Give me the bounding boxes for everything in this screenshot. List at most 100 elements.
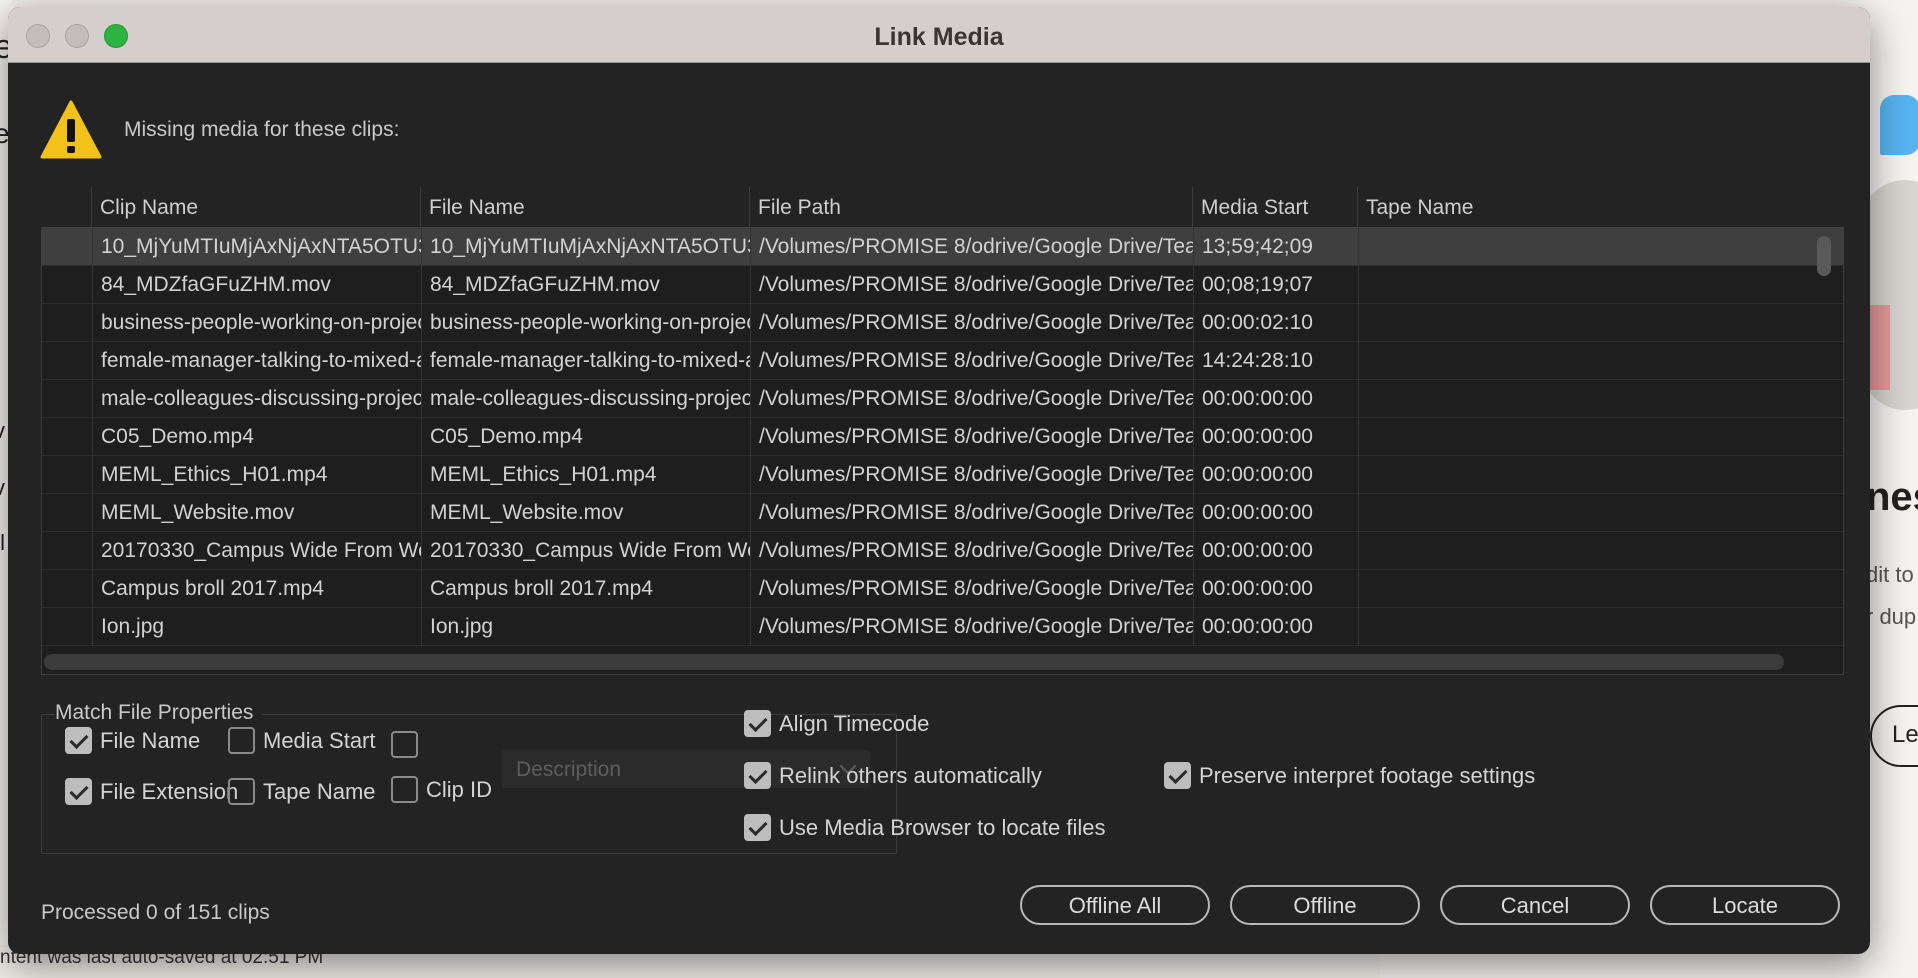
checkbox-box[interactable] [744, 762, 771, 789]
offline-button[interactable]: Offline [1230, 885, 1420, 925]
row-selector[interactable] [42, 532, 92, 570]
cell-tape-name [1358, 266, 1498, 304]
cell-clip-name: MEML_Website.mov [92, 494, 421, 532]
row-selector[interactable] [42, 228, 92, 266]
checkbox-label: File Name [100, 727, 201, 753]
background-text: r dup [1866, 604, 1917, 629]
column-header-file-path[interactable]: File Path [749, 187, 1192, 227]
row-selector[interactable] [42, 380, 92, 418]
table-row[interactable]: male-colleagues-discussing-project-on-cm… [42, 380, 1843, 418]
status-text: Processed 0 of 151 clips [41, 901, 270, 924]
row-selector[interactable] [42, 494, 92, 532]
cell-file-name: MEML_Ethics_H01.mp4 [421, 456, 750, 494]
row-selector[interactable] [42, 304, 92, 342]
media-start-checkbox[interactable]: Media Start [228, 727, 376, 754]
relink-others-checkbox[interactable]: Relink others automatically [744, 762, 1042, 789]
checkbox-box[interactable] [391, 731, 418, 758]
offline-all-button[interactable]: Offline All [1020, 885, 1210, 925]
horizontal-scrollbar[interactable] [44, 654, 1784, 670]
cell-file-name: business-people-working-on-project-stra [421, 304, 750, 342]
cell-file-name: 10_MjYuMTIuMjAxNjAxNTA5OTU3.mov [421, 228, 750, 266]
cell-file-name: female-manager-talking-to-mixed-aged- [421, 342, 750, 380]
table-row[interactable]: MEML_Ethics_H01.mp4 MEML_Ethics_H01.mp4/V… [42, 456, 1843, 494]
checkbox-box[interactable] [744, 814, 771, 841]
locate-button[interactable]: Locate [1650, 885, 1840, 925]
cell-file-path: /Volumes/PROMISE 8/odrive/Google Drive/T… [750, 380, 1193, 418]
table-row[interactable]: Campus broll 2017.mp4 Campus broll 2017.m… [42, 570, 1843, 608]
cell-file-path: /Volumes/PROMISE 8/odrive/Google Drive/T… [750, 418, 1193, 456]
checkbox-label: Tape Name [263, 778, 376, 804]
row-selector[interactable] [42, 456, 92, 494]
cell-file-name: 84_MDZfaGFuZHM.mov [421, 266, 750, 304]
table-body[interactable]: 10_MjYuMTIuMjAxNjAxNTA5OTU3.mov10_MjYuMT… [41, 227, 1844, 675]
background-text: v [0, 475, 5, 501]
row-selector[interactable] [42, 342, 92, 380]
cell-tape-name [1358, 456, 1498, 494]
title-bar: Link Media [8, 7, 1870, 63]
cell-clip-name: Ion.jpg [92, 608, 421, 646]
row-selector[interactable] [42, 570, 92, 608]
cell-media-start: 00:00:00:00 [1193, 570, 1358, 608]
cell-media-start: 00:00:00:00 [1193, 608, 1358, 646]
cell-file-path: /Volumes/PROMISE 8/odrive/Google Drive/T… [750, 266, 1193, 304]
checkbox-box[interactable] [744, 710, 771, 737]
row-selector[interactable] [42, 266, 92, 304]
cell-clip-name: male-colleagues-discussing-project-on-c [92, 380, 421, 418]
preserve-interpret-footage-checkbox[interactable]: Preserve interpret footage settings [1164, 762, 1535, 789]
cell-file-path: /Volumes/PROMISE 8/odrive/Google Drive/T… [750, 494, 1193, 532]
cell-clip-name: business-people-working-on-project-stra [92, 304, 421, 342]
cell-clip-name: MEML_Ethics_H01.mp4 [92, 456, 421, 494]
cell-media-start: 00:00:00:00 [1193, 380, 1358, 418]
checkbox-box[interactable] [391, 776, 418, 803]
checkbox-label: Use Media Browser to locate files [779, 814, 1106, 840]
description-dropdown-value: Description [516, 758, 622, 781]
cell-media-start: 13;59;42;09 [1193, 228, 1358, 266]
table-row[interactable]: Ion.jpg Ion.jpg/Volumes/PROMISE 8/odrive/… [42, 608, 1843, 646]
cell-tape-name [1358, 380, 1498, 418]
cell-clip-name: Campus broll 2017.mp4 [92, 570, 421, 608]
checkbox-label: Relink others automatically [779, 762, 1042, 788]
background-button[interactable]: Le [1870, 705, 1918, 767]
tape-name-checkbox[interactable]: Tape Name [228, 778, 376, 805]
clip-id-checkbox[interactable]: Clip ID [391, 776, 492, 803]
background-heading: nes [1866, 475, 1918, 519]
table-row[interactable]: MEML_Website.mov MEML_Website.mov/Volumes… [42, 494, 1843, 532]
cell-media-start: 00;08;19;07 [1193, 266, 1358, 304]
checkbox-box[interactable] [65, 778, 92, 805]
cell-tape-name [1358, 570, 1498, 608]
cell-file-path: /Volumes/PROMISE 8/odrive/Google Drive/T… [750, 608, 1193, 646]
file-name-checkbox[interactable]: File Name [65, 727, 200, 754]
align-timecode-checkbox[interactable]: Align Timecode [744, 710, 929, 737]
checkbox-box[interactable] [228, 778, 255, 805]
use-media-browser-checkbox[interactable]: Use Media Browser to locate files [744, 814, 1105, 841]
column-header-tape-name[interactable]: Tape Name [1357, 187, 1497, 227]
cell-tape-name [1358, 228, 1498, 266]
table-row[interactable]: 20170330_Campus Wide From West_Ma2017033… [42, 532, 1843, 570]
table-row[interactable]: C05_Demo.mp4 C05_Demo.mp4/Volumes/PROMISE… [42, 418, 1843, 456]
cell-media-start: 00:00:00:00 [1193, 494, 1358, 532]
cell-tape-name [1358, 304, 1498, 342]
checkbox-box[interactable] [1164, 762, 1191, 789]
window-title: Link Media [874, 23, 1004, 51]
table-row[interactable]: business-people-working-on-project-strab… [42, 304, 1843, 342]
column-header-file-name[interactable]: File Name [420, 187, 749, 227]
row-selector[interactable] [42, 418, 92, 456]
cell-clip-name: 20170330_Campus Wide From West_Ma [92, 532, 421, 570]
checkbox-box[interactable] [65, 727, 92, 754]
column-header-clip-name[interactable]: Clip Name [91, 187, 420, 227]
cell-file-path: /Volumes/PROMISE 8/odrive/Google Drive/T… [750, 228, 1193, 266]
checkbox-box[interactable] [228, 727, 255, 754]
cell-file-name: C05_Demo.mp4 [421, 418, 750, 456]
cell-media-start: 14:24:28:10 [1193, 342, 1358, 380]
cancel-button[interactable]: Cancel [1440, 885, 1630, 925]
column-header-media-start[interactable]: Media Start [1192, 187, 1357, 227]
table-row[interactable]: female-manager-talking-to-mixed-aged-fem… [42, 342, 1843, 380]
row-selector[interactable] [42, 608, 92, 646]
description-checkbox[interactable] [391, 731, 426, 758]
table-row[interactable]: 84_MDZfaGFuZHM.mov 84_MDZfaGFuZHM.mov/Vol… [42, 266, 1843, 304]
table-row[interactable]: 10_MjYuMTIuMjAxNjAxNTA5OTU3.mov10_MjYuMT… [42, 228, 1843, 266]
file-extension-checkbox[interactable]: File Extension [65, 778, 238, 805]
cell-media-start: 00:00:00:00 [1193, 418, 1358, 456]
vertical-scrollbar[interactable] [1817, 236, 1831, 276]
checkbox-label: File Extension [100, 778, 239, 804]
